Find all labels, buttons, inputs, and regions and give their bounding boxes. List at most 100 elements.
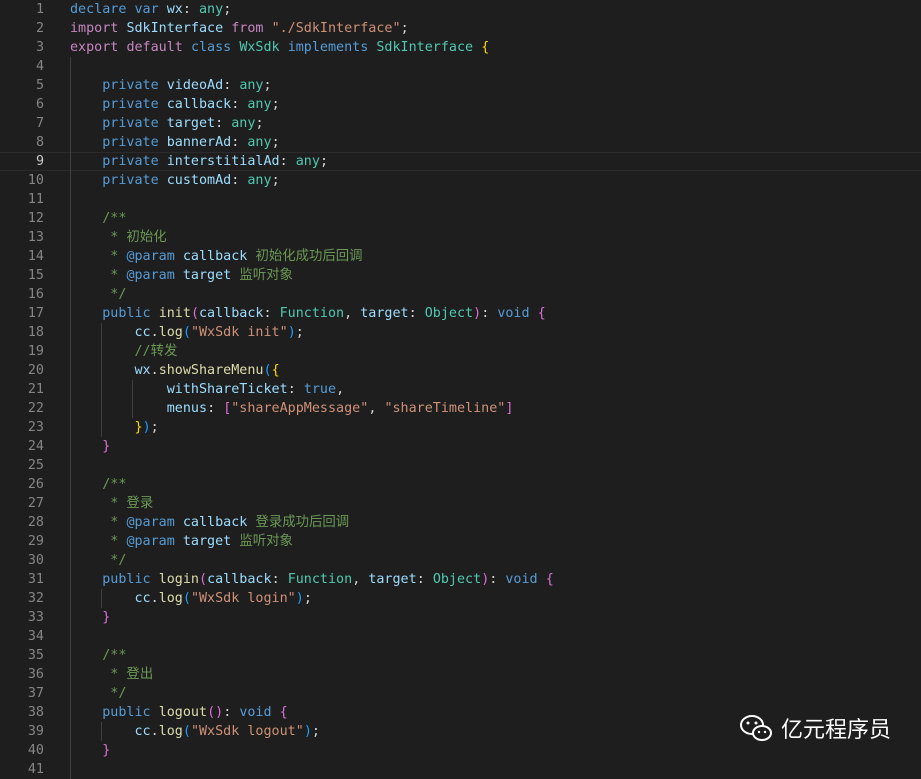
code-token: WxSdk xyxy=(239,40,288,55)
code-line[interactable]: 13 * 初始化 xyxy=(0,228,921,247)
code-token: : xyxy=(207,401,224,416)
code-line[interactable]: 37 */ xyxy=(0,684,921,703)
line-number: 19 xyxy=(27,344,44,359)
line-number: 36 xyxy=(27,667,44,682)
code-text[interactable]: export default class WxSdk implements Sd… xyxy=(70,38,489,57)
code-text[interactable]: * @param callback 初始化成功后回调 xyxy=(70,247,363,266)
code-line[interactable]: 5 private videoAd: any; xyxy=(0,76,921,95)
code-text[interactable]: * 登录 xyxy=(70,494,153,513)
code-token: ( xyxy=(263,363,272,378)
code-token: SdkInterface xyxy=(126,21,232,36)
code-token: log xyxy=(158,325,183,340)
code-line[interactable]: 2 import SdkInterface from "./SdkInterfac… xyxy=(0,19,921,38)
code-text[interactable]: }); xyxy=(70,418,159,437)
code-line[interactable]: 10 private customAd: any; xyxy=(0,171,921,190)
line-number: 32 xyxy=(27,591,44,606)
code-line[interactable]: 17 public init(callback: Function, targe… xyxy=(0,304,921,323)
wechat-icon xyxy=(739,715,772,741)
code-token: * 登出 xyxy=(102,667,154,682)
code-line[interactable]: 8 private bannerAd: any; xyxy=(0,133,921,152)
code-editor[interactable]: 1 declare var wx: any; 2 import SdkInterfac… xyxy=(0,0,921,779)
code-token: ( xyxy=(182,325,191,340)
code-line[interactable]: 6 private callback: any; xyxy=(0,95,921,114)
code-text[interactable]: public init(callback: Function, target: … xyxy=(70,304,545,323)
code-token: ; xyxy=(150,420,159,435)
code-token: target xyxy=(166,116,216,131)
code-line[interactable]: 15 * @param target 监听对象 xyxy=(0,266,921,285)
code-line[interactable]: 31 public login(callback: Function, targ… xyxy=(0,570,921,589)
code-line[interactable]: 1 declare var wx: any; xyxy=(0,0,921,19)
code-line[interactable]: 25 xyxy=(0,456,921,475)
code-text[interactable]: */ xyxy=(70,285,126,304)
code-token: 初始化成功后回调 xyxy=(255,249,363,264)
code-text[interactable]: withShareTicket: true, xyxy=(70,380,344,399)
code-line[interactable]: 34 xyxy=(0,627,921,646)
code-text[interactable]: menus: ["shareAppMessage", "shareTimelin… xyxy=(70,399,514,418)
code-text[interactable]: } xyxy=(70,608,110,627)
code-text[interactable]: declare var wx: any; xyxy=(70,0,231,19)
code-line[interactable]: 30 */ xyxy=(0,551,921,570)
code-line[interactable]: 16 */ xyxy=(0,285,921,304)
code-text[interactable]: /** xyxy=(70,646,126,665)
code-line[interactable]: 29 * @param target 监听对象 xyxy=(0,532,921,551)
code-text[interactable]: private bannerAd: any; xyxy=(70,133,279,152)
code-text[interactable]: //转发 xyxy=(70,342,178,361)
code-line[interactable]: 26 /** xyxy=(0,475,921,494)
code-line[interactable]: 36 * 登出 xyxy=(0,665,921,684)
code-text[interactable]: * @param target 监听对象 xyxy=(70,532,293,551)
line-number: 30 xyxy=(27,553,44,568)
code-line[interactable]: 9 private interstitialAd: any; xyxy=(0,152,921,171)
code-text[interactable]: /** xyxy=(70,209,126,228)
code-token: SdkInterface xyxy=(376,40,482,55)
code-text[interactable]: } xyxy=(70,437,110,456)
code-text[interactable]: private callback: any; xyxy=(70,95,279,114)
code-line[interactable]: 35 /** xyxy=(0,646,921,665)
code-line[interactable]: 3 export default class WxSdk implements S… xyxy=(0,38,921,57)
code-text[interactable]: * @param target 监听对象 xyxy=(70,266,293,285)
code-text[interactable]: } xyxy=(70,741,110,760)
code-line[interactable]: 7 private target: any; xyxy=(0,114,921,133)
code-line[interactable]: 27 * 登录 xyxy=(0,494,921,513)
code-text[interactable]: private target: any; xyxy=(70,114,263,133)
code-text[interactable]: */ xyxy=(70,684,126,703)
code-lines[interactable]: 1 declare var wx: any; 2 import SdkInterfac… xyxy=(0,0,921,779)
code-text[interactable]: */ xyxy=(70,551,126,570)
code-line[interactable]: 21 withShareTicket: true, xyxy=(0,380,921,399)
code-text[interactable]: import SdkInterface from "./SdkInterface… xyxy=(70,19,409,38)
code-line[interactable]: 22 menus: ["shareAppMessage", "shareTime… xyxy=(0,399,921,418)
code-token: 监听对象 xyxy=(239,268,293,283)
code-text[interactable]: private interstitialAd: any; xyxy=(70,152,328,171)
code-line[interactable]: 32 cc.log("WxSdk login"); xyxy=(0,589,921,608)
code-token: callback xyxy=(182,249,256,264)
code-text[interactable]: cc.log("WxSdk logout"); xyxy=(70,722,320,741)
code-line[interactable]: 4 xyxy=(0,57,921,76)
code-token: private xyxy=(102,173,167,188)
code-text[interactable]: public login(callback: Function, target:… xyxy=(70,570,554,589)
code-text[interactable]: * 初始化 xyxy=(70,228,167,247)
code-line[interactable]: 19 //转发 xyxy=(0,342,921,361)
code-line[interactable]: 14 * @param callback 初始化成功后回调 xyxy=(0,247,921,266)
code-text[interactable]: public logout(): void { xyxy=(70,703,287,722)
code-text[interactable]: cc.log("WxSdk init"); xyxy=(70,323,304,342)
code-line[interactable]: 20 wx.showShareMenu({ xyxy=(0,361,921,380)
code-text[interactable]: * 登出 xyxy=(70,665,153,684)
code-line[interactable]: 33 } xyxy=(0,608,921,627)
code-text[interactable]: cc.log("WxSdk login"); xyxy=(70,589,312,608)
code-line[interactable]: 11 xyxy=(0,190,921,209)
code-text[interactable]: wx.showShareMenu({ xyxy=(70,361,280,380)
code-line[interactable]: 24 } xyxy=(0,437,921,456)
code-line[interactable]: 23 }); xyxy=(0,418,921,437)
code-text[interactable]: private videoAd: any; xyxy=(70,76,271,95)
code-text[interactable]: private customAd: any; xyxy=(70,171,279,190)
code-line[interactable]: 12 /** xyxy=(0,209,921,228)
code-line[interactable]: 18 cc.log("WxSdk init"); xyxy=(0,323,921,342)
code-line[interactable]: 28 * @param callback 登录成功后回调 xyxy=(0,513,921,532)
code-token: implements xyxy=(287,40,377,55)
code-text[interactable]: /** xyxy=(70,475,126,494)
code-text[interactable]: * @param callback 登录成功后回调 xyxy=(70,513,349,532)
code-token: * 初始化 xyxy=(102,230,167,245)
